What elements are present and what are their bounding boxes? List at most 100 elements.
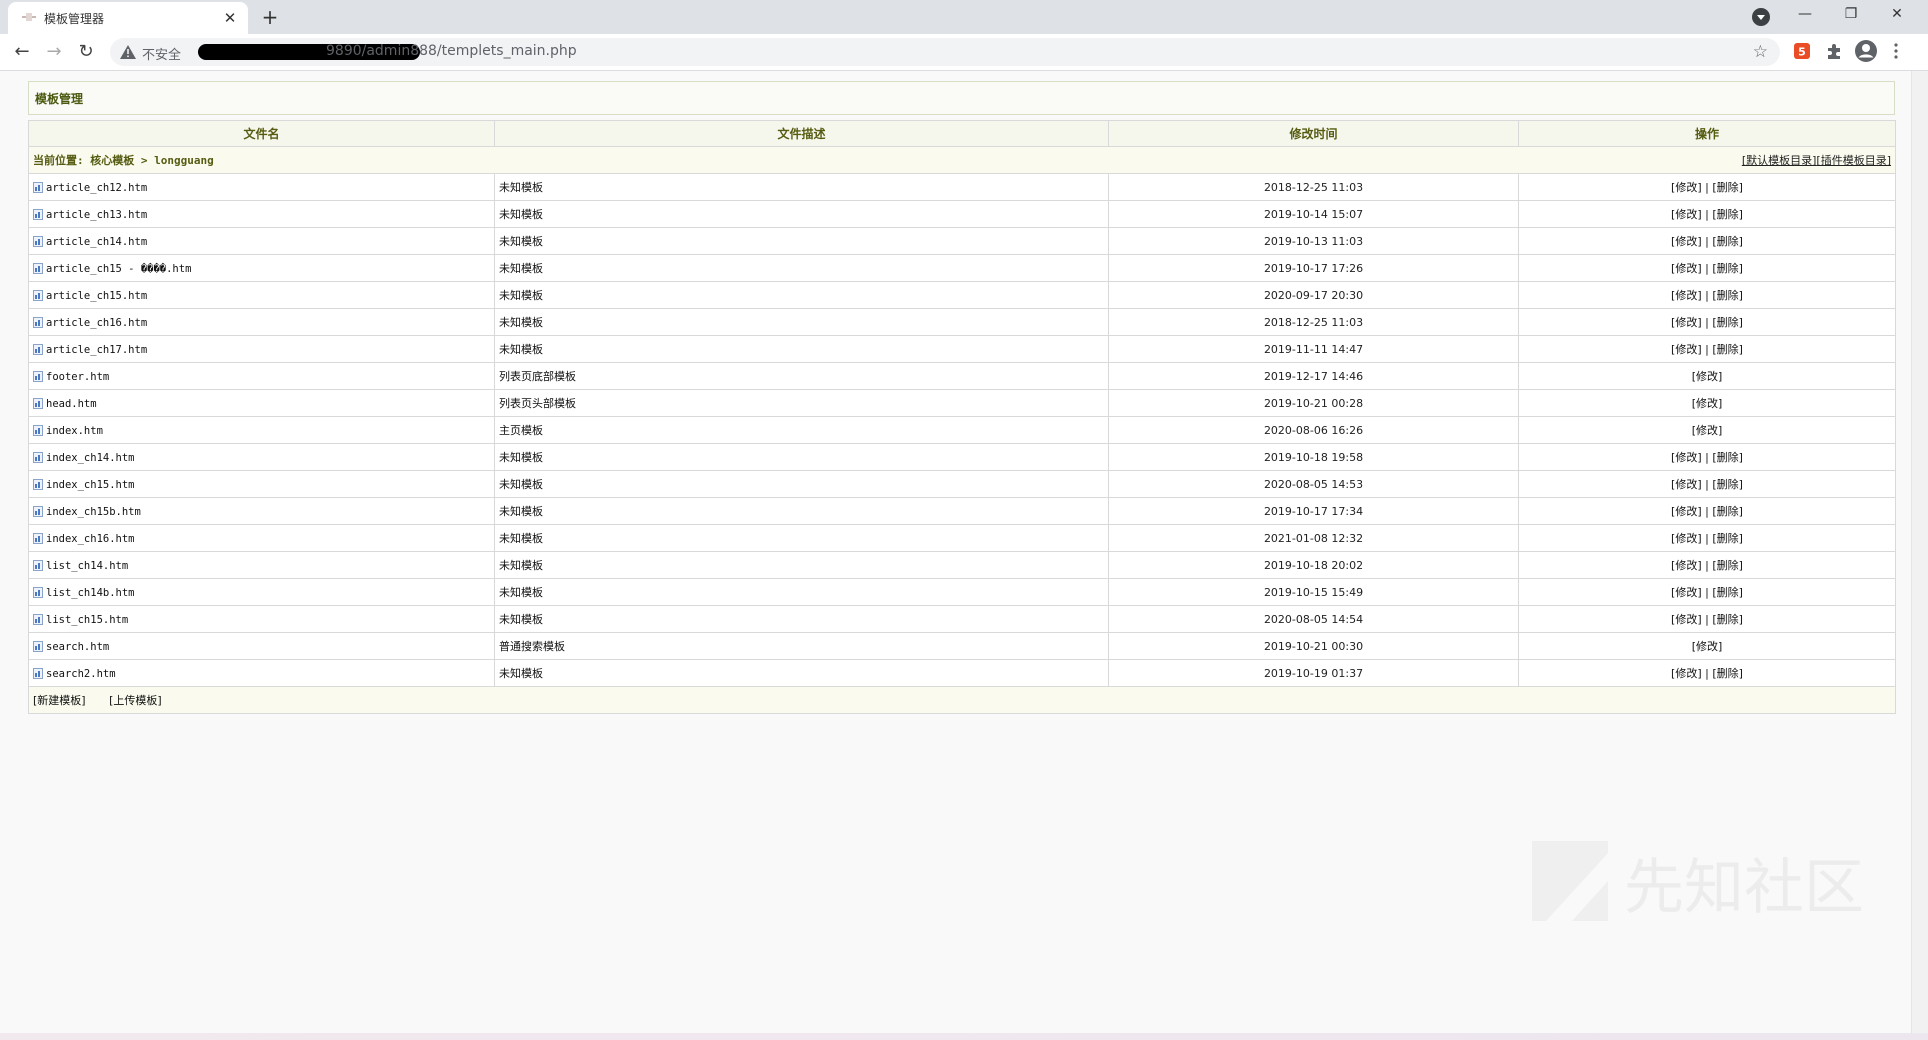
action-separator: | <box>1701 316 1713 329</box>
forward-arrow-icon[interactable]: → <box>42 40 66 64</box>
address-bar[interactable]: 不安全 9890/admin888/templets_main.php ☆ <box>110 38 1780 66</box>
file-icon <box>33 262 43 274</box>
edit-link[interactable]: [修改] <box>1671 343 1702 356</box>
action-separator: | <box>1701 343 1713 356</box>
delete-link[interactable]: [删除] <box>1712 208 1743 221</box>
delete-link[interactable]: [删除] <box>1712 343 1743 356</box>
edit-link[interactable]: [修改] <box>1671 586 1702 599</box>
edit-link[interactable]: [修改] <box>1671 181 1702 194</box>
modified-time-cell: 2020-08-05 14:54 <box>1108 605 1519 633</box>
table-row: article_ch14.htm 未知模板 2019-10-13 11:03 [修改]… <box>28 227 1896 255</box>
edit-link[interactable]: [修改] <box>1671 478 1702 491</box>
actions-cell: [修改] | [删除] <box>1518 443 1896 471</box>
edit-link[interactable]: [修改] <box>1671 505 1702 518</box>
delete-link[interactable]: [删除] <box>1712 613 1743 626</box>
extension-icon[interactable]: 5 <box>1793 42 1811 60</box>
filename-cell: index_ch14.htm <box>28 443 495 471</box>
plugin-template-dir-link[interactable]: [插件模板目录] <box>1816 154 1891 167</box>
browser-menu-icon[interactable] <box>1893 42 1899 60</box>
filename[interactable]: list_ch14.htm <box>46 560 128 572</box>
edit-link[interactable]: [修改] <box>1671 451 1702 464</box>
filename[interactable]: head.htm <box>46 398 97 410</box>
description-cell: 未知模板 <box>494 659 1109 687</box>
page-scrollbar[interactable] <box>1911 71 1928 1040</box>
tab-search-icon[interactable] <box>1752 8 1770 26</box>
delete-link[interactable]: [删除] <box>1712 505 1743 518</box>
back-arrow-icon[interactable]: ← <box>10 40 34 64</box>
table-row: search2.htm 未知模板 2019-10-19 01:37 [修改] | [删… <box>28 659 1896 687</box>
filename[interactable]: footer.htm <box>46 371 109 383</box>
action-separator: | <box>1701 586 1713 599</box>
delete-link[interactable]: [删除] <box>1712 262 1743 275</box>
window-minimize-button[interactable]: — <box>1782 0 1828 30</box>
filename[interactable]: index_ch15.htm <box>46 479 135 491</box>
file-icon <box>33 559 43 571</box>
page-content: 模板管理 文件名 文件描述 修改时间 操作 当前位置: 核心模板 > longg… <box>0 71 1928 1040</box>
table-row: index.htm 主页模板 2020-08-06 16:26 [修改] <box>28 416 1896 444</box>
filename[interactable]: list_ch14b.htm <box>46 587 135 599</box>
edit-link[interactable]: [修改] <box>1692 640 1723 653</box>
edit-link[interactable]: [修改] <box>1692 370 1723 383</box>
edit-link[interactable]: [修改] <box>1671 532 1702 545</box>
description-cell: 未知模板 <box>494 335 1109 363</box>
bookmark-star-icon[interactable]: ☆ <box>1753 42 1768 62</box>
delete-link[interactable]: [删除] <box>1712 451 1743 464</box>
filename-cell: search.htm <box>28 632 495 660</box>
filename[interactable]: index_ch16.htm <box>46 533 135 545</box>
reload-icon[interactable]: ↻ <box>74 40 98 64</box>
filename[interactable]: index.htm <box>46 425 103 437</box>
delete-link[interactable]: [删除] <box>1712 289 1743 302</box>
edit-link[interactable]: [修改] <box>1671 613 1702 626</box>
filename[interactable]: search2.htm <box>46 668 116 680</box>
browser-tab[interactable]: 模板管理器 ✕ <box>8 2 248 34</box>
edit-link[interactable]: [修改] <box>1692 424 1723 437</box>
edit-link[interactable]: [修改] <box>1671 262 1702 275</box>
new-template-link[interactable]: [新建模板] <box>33 694 86 707</box>
tab-close-icon[interactable]: ✕ <box>220 8 240 28</box>
edit-link[interactable]: [修改] <box>1671 289 1702 302</box>
new-tab-button[interactable]: + <box>258 5 282 29</box>
delete-link[interactable]: [删除] <box>1712 316 1743 329</box>
edit-link[interactable]: [修改] <box>1671 235 1702 248</box>
delete-link[interactable]: [删除] <box>1712 586 1743 599</box>
filename[interactable]: article_ch15.htm <box>46 290 147 302</box>
filename[interactable]: article_ch17.htm <box>46 344 147 356</box>
filename-cell: head.htm <box>28 389 495 417</box>
edit-link[interactable]: [修改] <box>1692 397 1723 410</box>
browser-toolbar: ← → ↻ 不安全 9890/admin888/templets_main.ph… <box>0 34 1928 71</box>
file-icon <box>33 532 43 544</box>
window-restore-button[interactable]: ❐ <box>1828 0 1874 30</box>
filename[interactable]: article_ch16.htm <box>46 317 147 329</box>
delete-link[interactable]: [删除] <box>1712 667 1743 680</box>
filename[interactable]: list_ch15.htm <box>46 614 128 626</box>
file-icon <box>33 343 43 355</box>
edit-link[interactable]: [修改] <box>1671 559 1702 572</box>
file-icon <box>33 478 43 490</box>
filename[interactable]: article_ch12.htm <box>46 182 147 194</box>
filename-cell: list_ch14.htm <box>28 551 495 579</box>
filename[interactable]: article_ch14.htm <box>46 236 147 248</box>
file-icon <box>33 505 43 517</box>
filename[interactable]: article_ch15 - ����.htm <box>46 263 191 275</box>
modified-time-cell: 2019-10-17 17:26 <box>1108 254 1519 282</box>
edit-link[interactable]: [修改] <box>1671 667 1702 680</box>
delete-link[interactable]: [删除] <box>1712 559 1743 572</box>
filename-cell: article_ch15 - ����.htm <box>28 254 495 282</box>
file-icon <box>33 235 43 247</box>
edit-link[interactable]: [修改] <box>1671 316 1702 329</box>
puzzle-icon[interactable] <box>1825 42 1843 60</box>
upload-template-link[interactable]: [上传模板] <box>109 694 162 707</box>
filename[interactable]: search.htm <box>46 641 109 653</box>
delete-link[interactable]: [删除] <box>1712 235 1743 248</box>
edit-link[interactable]: [修改] <box>1671 208 1702 221</box>
profile-avatar-icon[interactable] <box>1855 40 1877 62</box>
table-row: head.htm 列表页头部模板 2019-10-21 00:28 [修改] <box>28 389 1896 417</box>
filename[interactable]: index_ch15b.htm <box>46 506 141 518</box>
delete-link[interactable]: [删除] <box>1712 532 1743 545</box>
default-template-dir-link[interactable]: [默认模板目录] <box>1742 154 1817 167</box>
filename[interactable]: article_ch13.htm <box>46 209 147 221</box>
delete-link[interactable]: [删除] <box>1712 478 1743 491</box>
filename[interactable]: index_ch14.htm <box>46 452 135 464</box>
window-close-button[interactable]: ✕ <box>1874 0 1920 30</box>
delete-link[interactable]: [删除] <box>1712 181 1743 194</box>
